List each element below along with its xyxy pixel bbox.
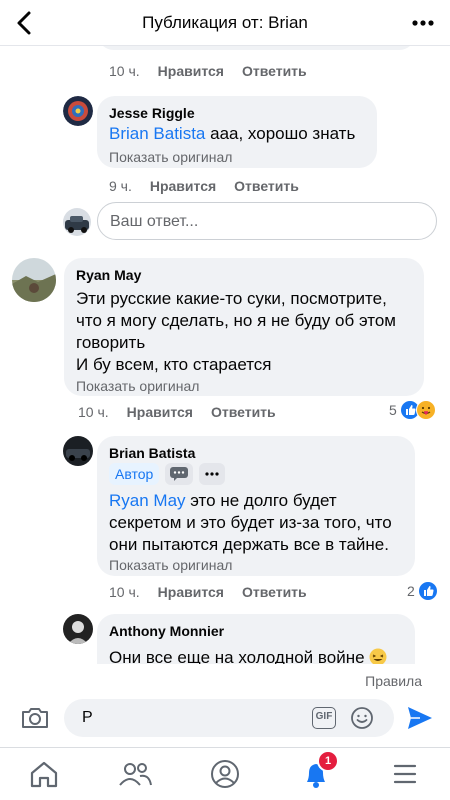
like-button[interactable]: Нравится [150,178,216,194]
comment-author[interactable]: Jesse Riggle [109,105,195,121]
like-button[interactable]: Нравится [158,584,224,600]
mention-link[interactable]: Ryan May [109,491,186,510]
like-reaction-icon [417,581,438,601]
reply-button[interactable]: Ответить [234,178,299,194]
comment-body: ааа, хорошо знать [205,124,356,143]
notification-count-badge: 1 [317,750,339,772]
comment-bubble: Jesse Riggle Brian Batista ааа, хорошо з… [97,96,377,168]
comment-line: говорить [76,333,146,352]
care-reaction-icon [415,400,436,420]
comment-time: 9 ч. [109,178,132,194]
comment-text: Ryan May это не долго будет [109,490,337,512]
comment-line: Эти русские какие-то суки, посмотрите, [76,289,387,308]
laughing-emoji-icon [369,648,387,664]
reaction-summary[interactable]: 5 [389,400,436,420]
home-icon[interactable] [24,756,64,792]
send-icon[interactable] [406,705,434,731]
gif-button[interactable]: GIF [312,707,336,729]
show-original-link[interactable]: Показать оригинал [109,557,232,573]
camera-icon[interactable] [20,705,50,731]
comment-author[interactable]: Brian Batista [109,445,195,461]
comment-author[interactable]: Ryan May [76,267,141,283]
comment-bubble: Anthony Monnier Они все еще на холодной … [97,614,415,664]
comment-bubble-previous [97,46,416,50]
comment-bubble: Ryan May Эти русские какие-то суки, посм… [64,258,424,396]
show-original-link[interactable]: Показать оригинал [109,149,232,165]
friends-icon[interactable] [115,756,155,792]
top-bar: Публикация от: Brian [0,0,450,46]
comment-body: Они все еще на холодной войне [109,648,365,664]
comment-author[interactable]: Anthony Monnier [109,623,224,639]
reply-button[interactable]: Ответить [211,404,276,420]
comment-time: 10 ч. [109,63,140,79]
comment-composer: Р GIF [0,691,450,747]
comment-text: Brian Batista ааа, хорошо знать [109,123,355,145]
comment-meta: 10 ч. Нравится Ответить [109,584,325,600]
more-badges-button[interactable] [199,463,226,485]
comment-line: что я могу сделать, но я не буду об этом [76,311,396,330]
reply-input[interactable]: Ваш ответ... [97,202,437,240]
reply-button[interactable]: Ответить [242,584,307,600]
author-badge: Автор [109,463,160,485]
avatar[interactable] [63,96,93,126]
comment-line: они пытаются держать все в тайне. [109,535,389,554]
more-options-icon[interactable] [406,8,440,38]
reaction-summary[interactable]: 2 [407,581,438,601]
avatar[interactable] [63,436,93,466]
comments-thread[interactable]: 10 ч. Нравится Ответить Jesse Riggle Bri… [0,46,450,664]
emoji-icon[interactable] [350,706,374,730]
comment-meta: 9 ч. Нравится Ответить [109,178,317,194]
gif-label: GIF [315,711,333,722]
reply-placeholder: Ваш ответ... [110,213,199,230]
avatar[interactable] [63,614,93,644]
comment-text: Они все еще на холодной войне [109,647,387,664]
community-badge[interactable] [165,463,194,485]
comment-bubble: Brian Batista Автор Ryan May это не долг… [97,436,415,576]
bottom-tab-bar [0,747,450,800]
comment-line: секретом и это будет из-за того, что [109,513,392,532]
avatar[interactable] [12,258,56,302]
comment-time: 10 ч. [109,584,140,600]
like-button[interactable]: Нравится [158,63,224,79]
page-title: Публикация от: Brian [142,13,308,32]
mention-link[interactable]: Brian Batista [109,124,205,143]
rules-link[interactable]: Правила [365,673,422,689]
comment-input-value: Р [82,709,93,726]
like-button[interactable]: Нравится [127,404,193,420]
my-avatar [63,208,91,236]
comment-time: 10 ч. [78,404,109,420]
profile-icon[interactable] [205,756,245,792]
chat-badge-icon [170,467,189,481]
more-dots-icon [205,472,219,476]
reply-button[interactable]: Ответить [242,63,307,79]
reaction-count: 2 [407,583,415,599]
author-badges: Автор [109,463,226,485]
reaction-count: 5 [389,402,397,418]
comment-meta: 10 ч. Нравится Ответить [78,404,294,420]
comment-line: И бу всем, кто старается [76,355,272,374]
show-original-link[interactable]: Показать оригинал [76,378,199,394]
comment-input[interactable]: Р GIF [64,699,394,737]
comment-body: это не долго будет [185,491,337,510]
comment-meta: 10 ч. Нравится Ответить [109,63,325,79]
menu-icon[interactable] [385,756,425,792]
